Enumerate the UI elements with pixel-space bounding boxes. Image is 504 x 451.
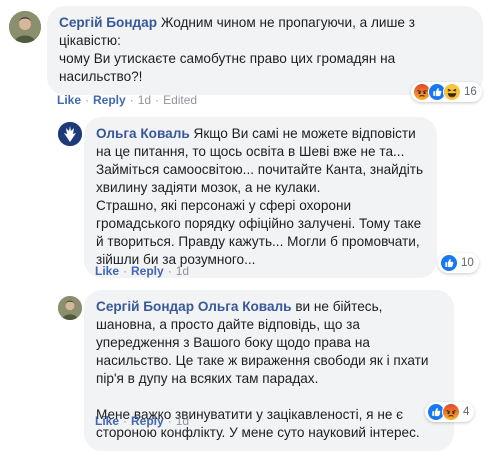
avatar[interactable] [58,296,82,320]
mention-link[interactable]: Ольга Коваль [198,299,292,314]
reactions-summary[interactable]: 4 [425,402,475,422]
comment-bubble: Ольга Коваль Якщо Ви самі не можете відп… [84,117,437,278]
comment-actions: Like · Reply · 1d [95,263,189,279]
comment-text: Ольга Коваль Якщо Ви самі не можете відп… [96,125,425,269]
comment-author-link[interactable]: Сергій Бондар [96,299,194,314]
separator-dot: · [85,93,90,107]
reply-button[interactable]: Reply [93,93,126,107]
edited-label[interactable]: Edited [163,93,197,107]
reaction-count: 10 [461,257,474,269]
comment-author-link[interactable]: Сергій Бондар [59,15,157,30]
haha-icon [443,83,461,101]
comment-paragraph: Страшно, які персонажі у сфері охорони г… [96,198,422,267]
timestamp[interactable]: 1d [176,264,189,278]
like-button[interactable]: Like [95,264,119,278]
reaction-count: 16 [464,86,477,98]
timestamp[interactable]: 1d [138,93,151,107]
like-button[interactable]: Like [95,414,119,428]
separator-dot: · [155,93,160,107]
reactions-summary[interactable]: 16 [411,82,482,102]
comment-actions: Like · Reply · 1d · Edited [57,92,197,108]
separator-dot: · [167,264,172,278]
comment-author-link[interactable]: Ольга Коваль [96,126,190,141]
separator-dot: · [123,264,128,278]
avatar[interactable] [9,11,41,43]
reactions-summary[interactable]: 10 [438,253,479,273]
like-button[interactable]: Like [57,93,81,107]
comment-actions: Like · Reply · 1d [95,413,189,429]
angry-icon [442,403,460,421]
reply-button[interactable]: Reply [131,264,164,278]
reaction-count: 4 [463,406,470,418]
separator-dot: · [129,93,134,107]
emblem-avatar-icon [58,122,82,146]
comment-line: чому Ви утискаєте самобутнє право цих гр… [59,51,396,84]
user-photo-icon [58,296,82,320]
separator-dot: · [167,414,172,428]
user-photo-icon [9,11,41,43]
comment-text: Сергій Бондар Жодним чином не пропагуючи… [59,14,471,86]
timestamp[interactable]: 1d [176,414,189,428]
avatar[interactable] [58,122,82,146]
like-icon [440,254,458,272]
reply-button[interactable]: Reply [131,414,164,428]
separator-dot: · [123,414,128,428]
